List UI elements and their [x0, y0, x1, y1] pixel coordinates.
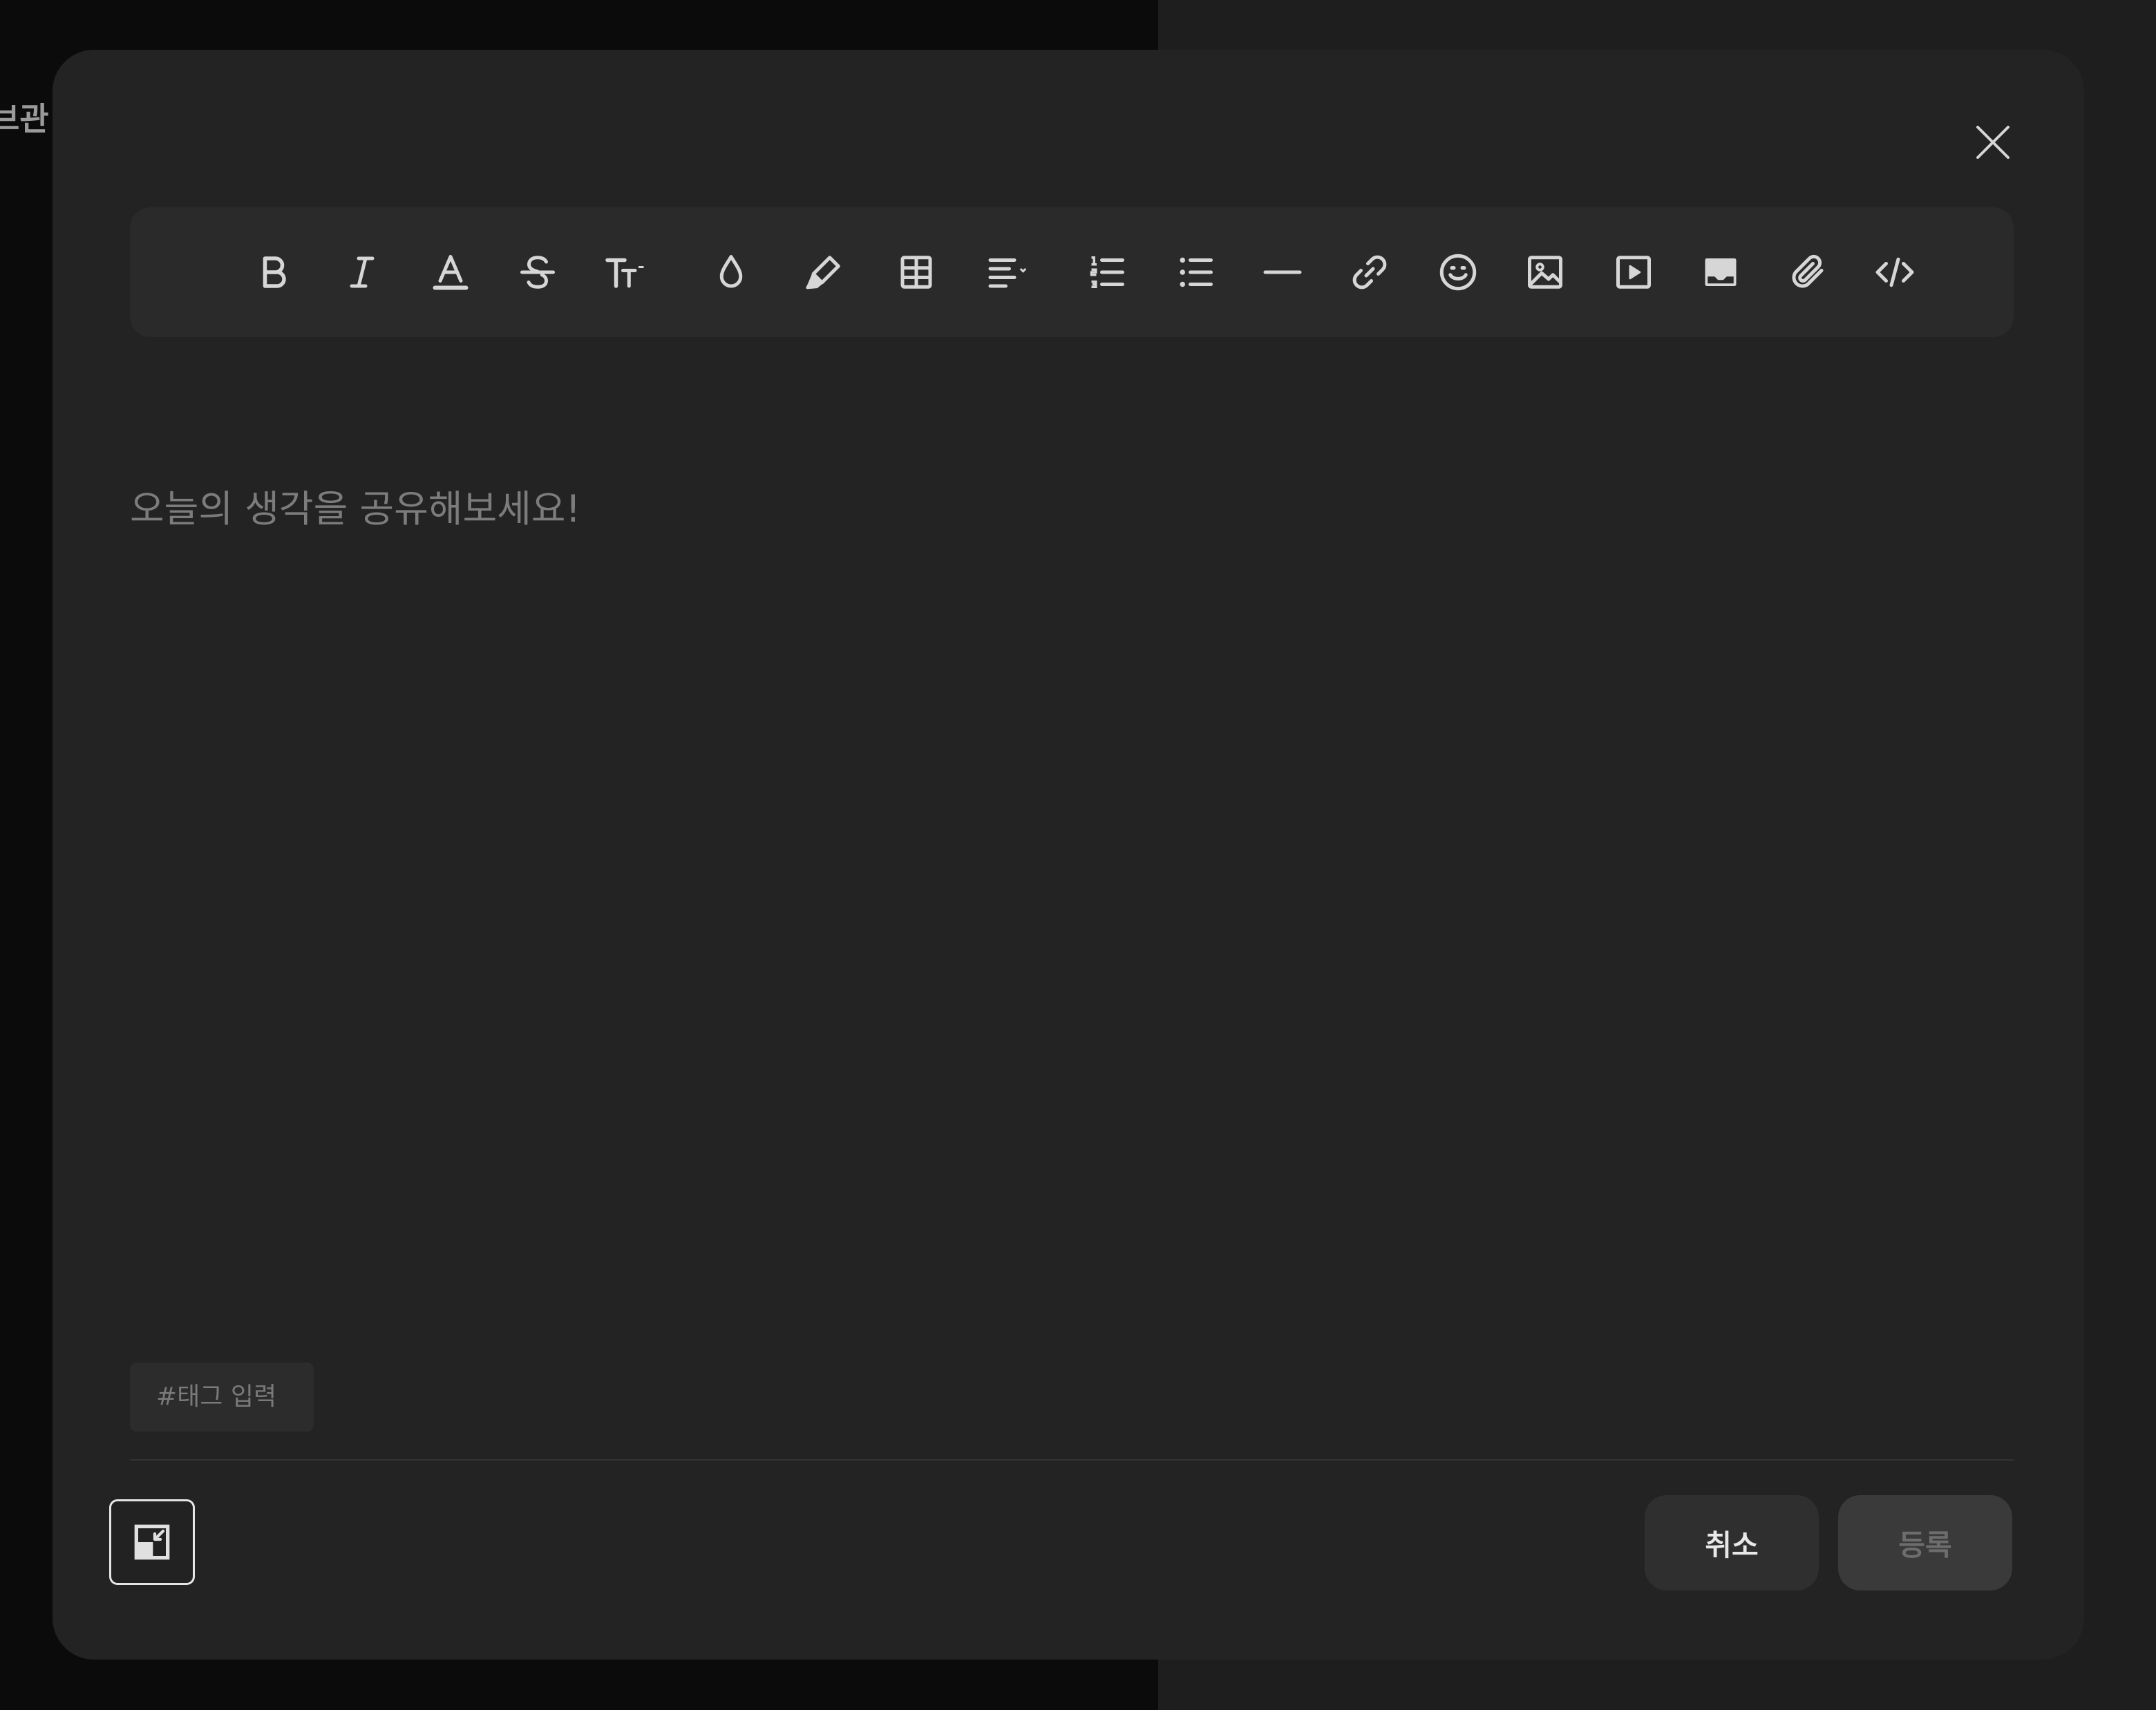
tag-input[interactable]: #태그 입력: [130, 1362, 314, 1432]
italic-button[interactable]: [321, 231, 404, 314]
editor-placeholder: 오늘의 생각을 공유해보세요!: [130, 487, 581, 531]
embed-icon: [1705, 258, 1737, 286]
bullet-list-icon: [1180, 257, 1213, 287]
bullet-list-button[interactable]: [1154, 231, 1237, 314]
emoji-icon: [1439, 254, 1477, 291]
font-size-icon: [605, 258, 644, 288]
close-button[interactable]: [1967, 116, 2019, 169]
post-content-editor[interactable]: 오늘의 생각을 공유해보세요!: [130, 423, 1996, 1321]
fullscreen-toggle-button[interactable]: [109, 1499, 195, 1585]
ordered-list-button[interactable]: [1066, 231, 1148, 314]
horizontal-rule-button[interactable]: [1241, 231, 1324, 314]
code-icon: [1875, 257, 1914, 287]
attachment-button[interactable]: [1766, 231, 1849, 314]
table-button[interactable]: [875, 231, 958, 314]
text-color-button[interactable]: [409, 231, 492, 314]
bold-button[interactable]: [232, 231, 315, 314]
bold-icon: [263, 256, 286, 288]
color-drop-button[interactable]: [690, 231, 773, 314]
close-icon: [1976, 126, 2010, 159]
cancel-button[interactable]: 취소: [1645, 1495, 1819, 1590]
submit-button[interactable]: 등록: [1838, 1495, 2012, 1590]
link-icon: [1352, 255, 1387, 289]
horizontal-rule-icon: [1263, 270, 1302, 274]
post-editor-modal: 오늘의 생각을 공유해보세요! #태그 입력 취소 등록: [53, 50, 2084, 1660]
video-icon: [1616, 256, 1651, 289]
emoji-button[interactable]: [1417, 231, 1500, 314]
footer-divider: [130, 1459, 2014, 1461]
fullscreen-icon: [134, 1524, 170, 1560]
ordered-list-icon: [1090, 256, 1124, 288]
table-icon: [900, 256, 932, 289]
strikethrough-icon: [520, 256, 555, 289]
align-button[interactable]: [966, 231, 1049, 314]
text-color-icon: [433, 255, 469, 290]
link-button[interactable]: [1328, 231, 1411, 314]
attachment-icon: [1792, 254, 1824, 288]
drop-icon: [719, 255, 743, 288]
image-icon: [1528, 256, 1562, 289]
highlighter-icon: [806, 256, 840, 289]
strikethrough-button[interactable]: [496, 231, 579, 314]
highlighter-button[interactable]: [782, 231, 865, 314]
background-partial-text: 브관: [0, 100, 49, 137]
video-button[interactable]: [1592, 231, 1675, 314]
embed-button[interactable]: [1679, 231, 1762, 314]
font-size-button[interactable]: [583, 231, 666, 314]
italic-icon: [350, 256, 375, 288]
align-icon: [988, 258, 1027, 288]
code-button[interactable]: [1853, 231, 1936, 314]
editor-toolbar: [130, 207, 2014, 337]
image-button[interactable]: [1504, 231, 1587, 314]
